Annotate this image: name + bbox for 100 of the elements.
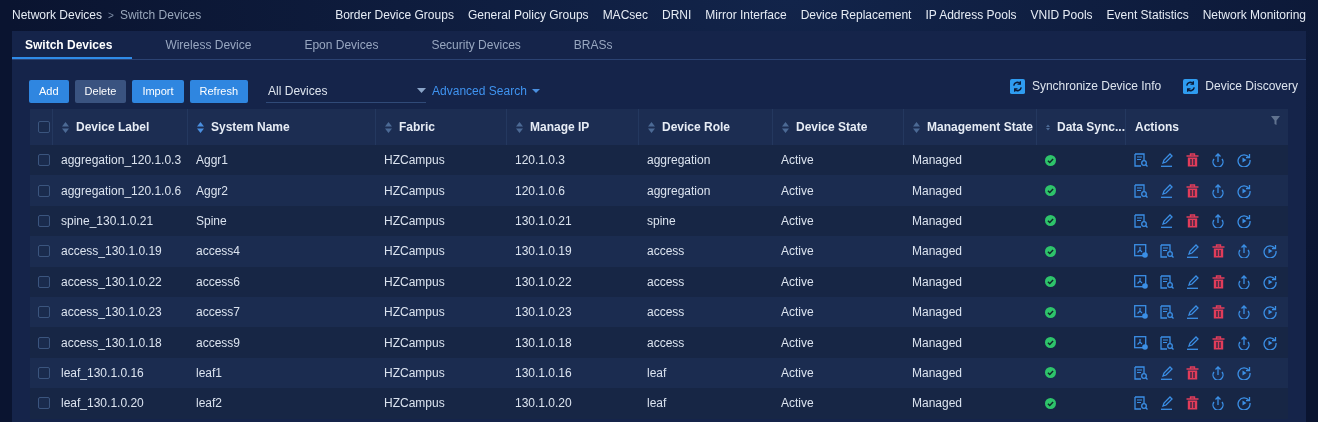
toolbar-button[interactable]: Refresh	[189, 79, 249, 103]
details-icon[interactable]	[1134, 365, 1148, 380]
replay-icon[interactable]	[1263, 335, 1277, 350]
tab[interactable]: Wireless Device	[152, 31, 272, 59]
details-icon[interactable]	[1134, 213, 1148, 228]
table-cell: leaf_130.1.0.20	[61, 396, 144, 411]
upload-icon[interactable]	[1237, 305, 1251, 320]
sync-link[interactable]: Device Discovery	[1183, 78, 1298, 94]
replay-icon[interactable]	[1237, 396, 1251, 411]
delete-icon[interactable]	[1186, 183, 1199, 198]
nav-link[interactable]: Event Statistics	[1106, 8, 1189, 22]
delete-icon[interactable]	[1212, 274, 1225, 289]
row-checkbox[interactable]	[38, 245, 50, 258]
replay-icon[interactable]	[1263, 305, 1277, 320]
nav-link[interactable]: MACsec	[602, 8, 648, 22]
upload-icon[interactable]	[1211, 183, 1225, 198]
tab[interactable]: Security Devices	[418, 31, 541, 59]
row-checkbox[interactable]	[38, 154, 50, 167]
sort-icon[interactable]	[197, 121, 204, 133]
nav-link[interactable]: Mirror Interface	[705, 8, 787, 22]
sort-icon[interactable]	[385, 121, 392, 133]
delete-icon[interactable]	[1186, 153, 1199, 168]
details-icon[interactable]	[1160, 244, 1174, 259]
upload-icon[interactable]	[1237, 335, 1251, 350]
delete-icon[interactable]	[1212, 335, 1225, 350]
delete-icon[interactable]	[1186, 213, 1199, 228]
row-checkbox[interactable]	[38, 275, 50, 288]
nav-link[interactable]: Network Monitoring	[1202, 8, 1306, 22]
replay-icon[interactable]	[1237, 365, 1251, 380]
edit-icon[interactable]	[1160, 213, 1174, 228]
delete-icon[interactable]	[1212, 305, 1225, 320]
tab[interactable]: BRASs	[560, 31, 633, 59]
details-icon[interactable]	[1134, 183, 1148, 198]
upload-icon[interactable]	[1211, 396, 1225, 411]
sort-icon[interactable]	[62, 121, 69, 133]
row-checkbox[interactable]	[38, 336, 50, 349]
table-cell: Managed	[912, 335, 963, 350]
edit-icon[interactable]	[1160, 183, 1174, 198]
delete-icon[interactable]	[1186, 365, 1199, 380]
table-cell: Active	[781, 305, 814, 320]
edit-icon[interactable]	[1160, 153, 1174, 168]
replay-icon[interactable]	[1263, 244, 1277, 259]
upload-icon[interactable]	[1237, 244, 1251, 259]
table-cell: Managed	[912, 183, 963, 198]
row-checkbox[interactable]	[38, 184, 50, 197]
upload-icon[interactable]	[1237, 274, 1251, 289]
details-icon[interactable]	[1160, 274, 1174, 289]
table-cell: 130.1.0.23	[515, 305, 572, 320]
table-cell: Managed	[912, 153, 963, 168]
toolbar-button[interactable]: Delete	[74, 79, 127, 103]
device-filter-dropdown[interactable]: All Devices	[266, 79, 427, 103]
replay-icon[interactable]	[1237, 183, 1251, 198]
details-icon[interactable]	[1134, 396, 1148, 411]
topology-icon[interactable]	[1134, 335, 1148, 350]
toolbar-button[interactable]: Import	[132, 79, 184, 103]
edit-icon[interactable]	[1186, 335, 1200, 350]
sort-icon[interactable]	[648, 121, 655, 133]
advanced-search-link[interactable]: Advanced Search	[432, 84, 540, 98]
delete-icon[interactable]	[1212, 244, 1225, 259]
nav-link[interactable]: Border Device Groups	[335, 8, 454, 22]
table-cell: access_130.1.0.19	[61, 244, 162, 259]
upload-icon[interactable]	[1211, 213, 1225, 228]
topology-icon[interactable]	[1134, 274, 1148, 289]
sync-link[interactable]: Synchronize Device Info	[1009, 78, 1162, 94]
edit-icon[interactable]	[1186, 305, 1200, 320]
filter-icon[interactable]	[1271, 116, 1280, 125]
nav-link[interactable]: Device Replacement	[800, 8, 912, 22]
edit-icon[interactable]	[1160, 396, 1174, 411]
nav-link[interactable]: VNID Pools	[1030, 8, 1093, 22]
topology-icon[interactable]	[1134, 305, 1148, 320]
row-checkbox[interactable]	[38, 397, 50, 410]
nav-link[interactable]: IP Address Pools	[925, 8, 1017, 22]
edit-icon[interactable]	[1186, 244, 1200, 259]
edit-icon[interactable]	[1160, 365, 1174, 380]
table-cell: access_130.1.0.23	[61, 305, 162, 320]
toolbar-button[interactable]: Add	[29, 79, 69, 103]
select-all-checkbox[interactable]	[38, 121, 50, 133]
replay-icon[interactable]	[1237, 153, 1251, 168]
replay-icon[interactable]	[1237, 213, 1251, 228]
sort-icon[interactable]	[516, 121, 523, 133]
row-checkbox[interactable]	[38, 306, 50, 319]
tab[interactable]: Epon Devices	[291, 31, 399, 59]
topology-icon[interactable]	[1134, 244, 1148, 259]
delete-icon[interactable]	[1186, 396, 1199, 411]
sort-icon[interactable]	[913, 121, 920, 133]
nav-link[interactable]: General Policy Groups	[467, 8, 589, 22]
details-icon[interactable]	[1134, 153, 1148, 168]
breadcrumb-link[interactable]: Network Devices	[12, 8, 103, 22]
row-checkbox[interactable]	[38, 214, 50, 227]
upload-icon[interactable]	[1211, 365, 1225, 380]
tab[interactable]: Switch Devices	[12, 31, 133, 59]
nav-link[interactable]: DRNI	[661, 8, 692, 22]
row-checkbox[interactable]	[38, 366, 50, 379]
sort-icon[interactable]	[782, 121, 789, 133]
replay-icon[interactable]	[1263, 274, 1277, 289]
table-cell: access	[647, 274, 685, 289]
details-icon[interactable]	[1160, 335, 1174, 350]
upload-icon[interactable]	[1211, 153, 1225, 168]
details-icon[interactable]	[1160, 305, 1174, 320]
edit-icon[interactable]	[1186, 274, 1200, 289]
